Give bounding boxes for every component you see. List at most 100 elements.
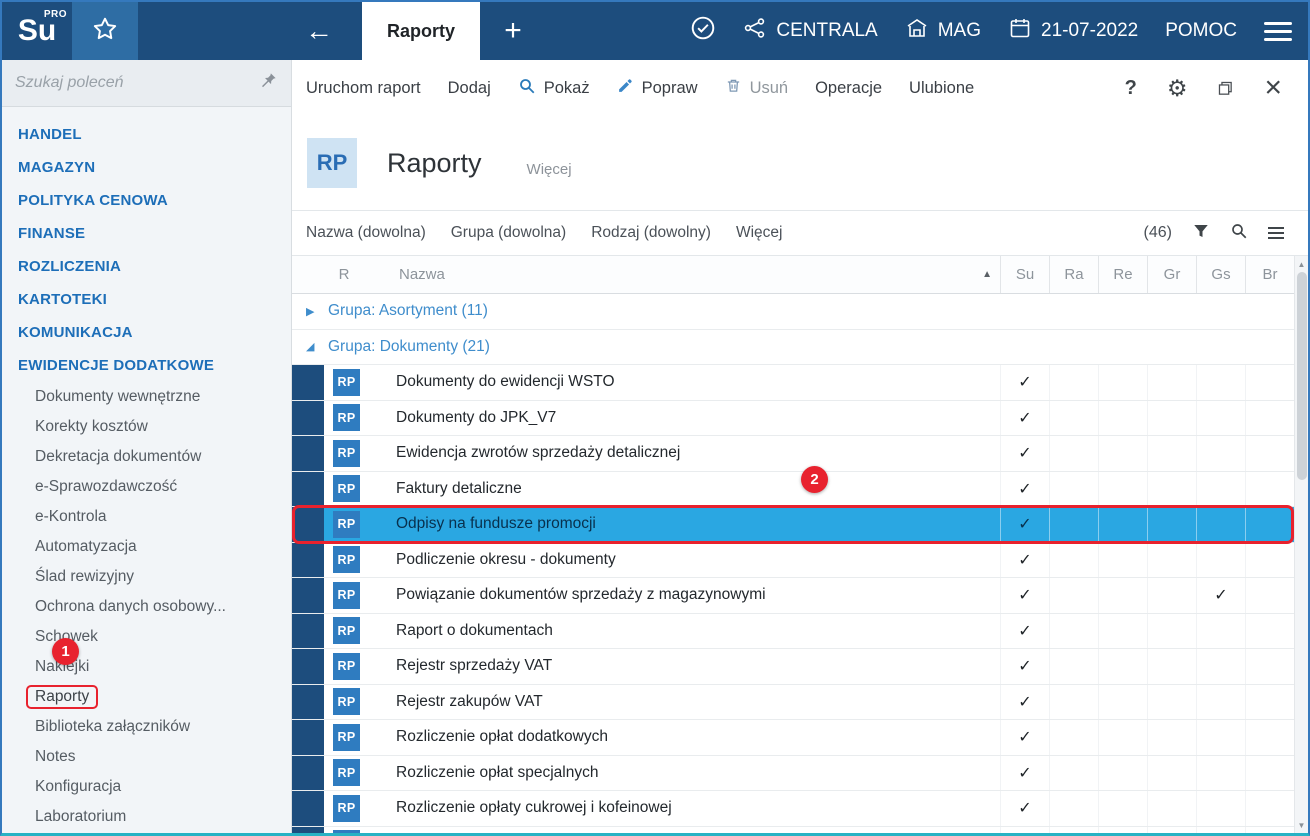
table-row[interactable]: RP Dokumenty do JPK_V7 ✓ (292, 401, 1294, 437)
sidebar-item-konfiguracja[interactable]: Konfiguracja (2, 772, 291, 802)
sidebar-item-naklejki[interactable]: Naklejki (2, 652, 291, 682)
column-header-nazwa[interactable]: Nazwa ▲ (396, 256, 1000, 293)
report-name: Podliczenie okresu - dokumenty (396, 551, 1000, 569)
tab-raporty[interactable]: Raporty (362, 2, 480, 60)
group-expander-icon[interactable]: ◢ (306, 340, 319, 353)
scroll-down-icon[interactable]: ▼ (1295, 817, 1308, 833)
title-more-link[interactable]: Więcej (527, 149, 572, 178)
scrollbar-thumb[interactable] (1297, 272, 1307, 480)
table-row[interactable]: RP Odpisy na fundusze promocji ✓ (292, 507, 1294, 543)
check-cell-su: ✓ (1000, 401, 1049, 436)
filter-nazwa-dowolna[interactable]: Nazwa (dowolna) (306, 224, 426, 242)
sidebar-item-slad-rewizyjny[interactable]: Ślad rewizyjny (2, 562, 291, 592)
toolbar-dodaj[interactable]: Dodaj (448, 79, 491, 98)
warehouse-selector[interactable]: MAG (905, 16, 981, 46)
back-button[interactable]: ← (276, 2, 362, 60)
sidebar-item-e-kontrola[interactable]: e-Kontrola (2, 502, 291, 532)
column-header-ra[interactable]: Ra (1049, 256, 1098, 293)
table-row[interactable]: RP (292, 827, 1294, 834)
sidebar-item-biblioteka-za-acznikow[interactable]: Biblioteka załączników (2, 712, 291, 742)
group-expander-icon[interactable]: ▶ (306, 305, 319, 318)
scroll-up-icon[interactable]: ▲ (1295, 256, 1308, 272)
filter-wiecej[interactable]: Więcej (736, 224, 783, 242)
check-cell-br (1245, 472, 1294, 507)
restore-window-icon[interactable] (1217, 80, 1234, 97)
column-header-br[interactable]: Br (1245, 256, 1294, 293)
check-cell-br (1245, 436, 1294, 471)
sidebar-item-automatyzacja[interactable]: Automatyzacja (2, 532, 291, 562)
toolbar-operacje[interactable]: Operacje (815, 79, 882, 98)
toolbar-right: ? ⚙ × (1125, 76, 1294, 100)
toolbar-popraw[interactable]: Popraw (617, 77, 698, 99)
table-row[interactable]: RP Podliczenie okresu - dokumenty ✓ (292, 543, 1294, 579)
status-check-button[interactable] (690, 15, 716, 47)
table-row[interactable]: RP Rozliczenie opłat specjalnych ✓ (292, 756, 1294, 792)
row-accent-strip (292, 614, 324, 649)
sidebar-item-schowek[interactable]: Schowek (2, 622, 291, 652)
row-accent-strip (292, 685, 324, 720)
table-row[interactable]: RP Powiązanie dokumentów sprzedaży z mag… (292, 578, 1294, 614)
report-icon: RP (333, 582, 360, 609)
column-header-gr[interactable]: Gr (1147, 256, 1196, 293)
sidebar-item-ochrona-danych-osobowy[interactable]: Ochrona danych osobowy... (2, 592, 291, 622)
table-row[interactable]: RP Rozliczenie opłaty cukrowej i kofeino… (292, 791, 1294, 827)
help-menu[interactable]: POMOC (1165, 20, 1237, 42)
main-menu-icon[interactable] (1264, 22, 1292, 41)
column-header-re[interactable]: Re (1098, 256, 1147, 293)
toolbar-uruchom-raport[interactable]: Uruchom raport (306, 79, 421, 98)
filter-rodzaj-dowolny[interactable]: Rodzaj (dowolny) (591, 224, 711, 242)
sidebar-section-magazyn[interactable]: MAGAZYN (2, 151, 291, 184)
column-header-su[interactable]: Su (1000, 256, 1049, 293)
group-row[interactable]: ◢ Grupa: Dokumenty (21) (292, 330, 1294, 366)
report-icon: RP (333, 546, 360, 573)
sidebar-item-dekretacja-dokumentow[interactable]: Dekretacja dokumentów (2, 442, 291, 472)
toolbar-usun[interactable]: Usuń (725, 77, 789, 99)
date-selector[interactable]: 21-07-2022 (1008, 16, 1138, 46)
sidebar-item-notes[interactable]: Notes (2, 742, 291, 772)
report-name: Powiązanie dokumentów sprzedaży z magazy… (396, 586, 1000, 604)
pin-icon[interactable] (259, 71, 278, 95)
toolbar-ulubione[interactable]: Ulubione (909, 79, 974, 98)
column-header-r[interactable]: R (292, 256, 396, 293)
sidebar-item-korekty-kosztow[interactable]: Korekty kosztów (2, 412, 291, 442)
settings-gear-icon[interactable]: ⚙ (1167, 77, 1188, 100)
table-row[interactable]: RP Faktury detaliczne ✓2 (292, 472, 1294, 508)
filter-grupa-dowolna[interactable]: Grupa (dowolna) (451, 224, 566, 242)
table-row[interactable]: RP Rozliczenie opłat dodatkowych ✓ (292, 720, 1294, 756)
sidebar-item-laboratorium[interactable]: Laboratorium (2, 802, 291, 832)
close-icon[interactable]: × (1264, 76, 1282, 100)
table-row[interactable]: RP Rejestr zakupów VAT ✓ (292, 685, 1294, 721)
sidebar-section-handel[interactable]: HANDEL (2, 118, 291, 151)
column-header-gs[interactable]: Gs (1196, 256, 1245, 293)
check-cell-gr (1147, 685, 1196, 720)
report-icon: RP (333, 795, 360, 822)
group-row[interactable]: ▶ Grupa: Asortyment (11) (292, 294, 1294, 330)
vertical-scrollbar[interactable]: ▲ ▼ (1294, 256, 1308, 833)
command-search[interactable]: Szukaj poleceń (2, 60, 291, 107)
favorites-button[interactable] (72, 2, 138, 60)
sidebar-section-ewidencje-dodatkowe[interactable]: EWIDENCJE DODATKOWE (2, 349, 291, 382)
table-row[interactable]: RP Dokumenty do ewidencji WSTO ✓ (292, 365, 1294, 401)
sidebar-section-rozliczenia[interactable]: ROZLICZENIA (2, 250, 291, 283)
star-icon (92, 16, 118, 47)
table-row[interactable]: RP Ewidencja zwrotów sprzedaży detaliczn… (292, 436, 1294, 472)
search-icon[interactable] (1230, 222, 1248, 245)
report-icon: RP (333, 688, 360, 715)
grid-menu-icon[interactable] (1268, 227, 1284, 239)
sidebar-item-raporty[interactable]: Raporty (2, 682, 291, 712)
sidebar-item-dokumenty-wewnetrzne[interactable]: Dokumenty wewnętrzne (2, 382, 291, 412)
sidebar-section-polityka-cenowa[interactable]: POLITYKA CENOWA (2, 184, 291, 217)
new-tab-button[interactable]: + (480, 2, 546, 60)
help-button[interactable]: ? (1125, 77, 1137, 100)
check-cell-su: ✓ (1000, 649, 1049, 684)
sort-ascending-icon[interactable]: ▲ (982, 269, 992, 280)
sidebar-section-komunikacja[interactable]: KOMUNIKACJA (2, 316, 291, 349)
table-row[interactable]: RP Raport o dokumentach ✓ (292, 614, 1294, 650)
toolbar-pokaz[interactable]: Pokaż (518, 77, 590, 100)
funnel-filter-icon[interactable] (1192, 222, 1210, 245)
sidebar-section-kartoteki[interactable]: KARTOTEKI (2, 283, 291, 316)
table-row[interactable]: RP Rejestr sprzedaży VAT ✓ (292, 649, 1294, 685)
sidebar-section-finanse[interactable]: FINANSE (2, 217, 291, 250)
company-selector[interactable]: CENTRALA (743, 16, 877, 46)
sidebar-item-e-sprawozdawczosc[interactable]: e-Sprawozdawczość (2, 472, 291, 502)
